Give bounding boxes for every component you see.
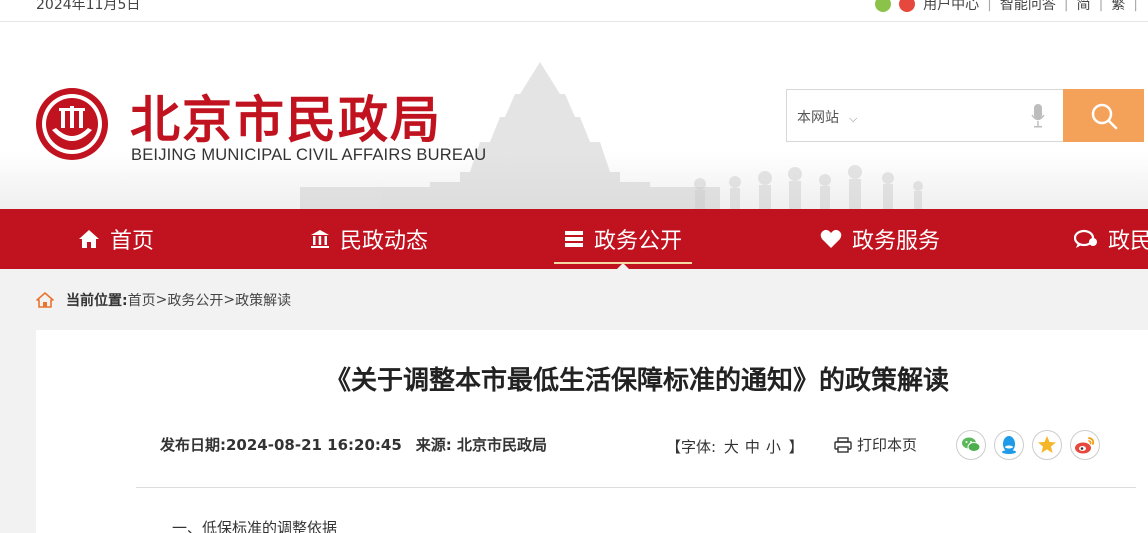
bureau-name-en: BEIJING MUNICIPAL CIVIL AFFAIRS BUREAU bbox=[131, 146, 487, 164]
font-size-close: 】 bbox=[788, 438, 804, 456]
nav-item-label: 政务公开 bbox=[594, 229, 683, 254]
source-value: 北京市民政局 bbox=[457, 436, 548, 454]
nav-item-interaction[interactable]: 政民互动 bbox=[1074, 209, 1148, 269]
article-panel: 《关于调整本市最低生活保障标准的通知》的政策解读 发布日期:2024-08-21… bbox=[36, 330, 1148, 533]
search-button[interactable] bbox=[1063, 89, 1144, 142]
article-meta: 发布日期:2024-08-21 16:20:45 来源: 北京市民政局 bbox=[160, 434, 547, 455]
separator: | bbox=[1133, 0, 1138, 12]
separator: | bbox=[987, 0, 992, 12]
breadcrumb-separator: > bbox=[223, 292, 236, 308]
nav-item-label: 政务服务 bbox=[852, 229, 941, 254]
font-size-small[interactable]: 小 bbox=[766, 438, 781, 456]
font-size-label: 【字体: bbox=[666, 438, 717, 456]
site-header: 北京市民政局 BEIJING MUNICIPAL CIVIL AFFAIRS B… bbox=[0, 22, 1148, 209]
share-qq-button[interactable] bbox=[994, 430, 1024, 460]
user-center-link[interactable]: 用户中心 bbox=[923, 0, 979, 14]
font-size-large[interactable]: 大 bbox=[724, 438, 739, 456]
publish-date: 2024-08-21 16:20:45 bbox=[226, 436, 402, 454]
share-weibo-button[interactable] bbox=[1070, 430, 1100, 460]
separator: | bbox=[1063, 0, 1069, 12]
breadcrumb: 当前位置: 首页 > 政务公开 > 政策解读 bbox=[36, 290, 291, 310]
section-heading: 一、低保标准的调整依据 bbox=[172, 519, 338, 533]
weibo-icon bbox=[1075, 437, 1095, 454]
search-scope-select[interactable]: 本网站 ⌵ bbox=[797, 107, 857, 127]
printer-icon bbox=[834, 436, 852, 453]
qzone-icon bbox=[1038, 436, 1056, 453]
search-input[interactable]: 本网站 ⌵ bbox=[786, 89, 1063, 142]
breadcrumb-label: 当前位置: bbox=[66, 293, 128, 309]
building-icon bbox=[311, 230, 329, 248]
heart-icon bbox=[820, 229, 842, 248]
home-outline-icon bbox=[36, 292, 54, 308]
current-date: 2024年11月5日 bbox=[36, 0, 141, 13]
search-bar: 本网站 ⌵ bbox=[786, 89, 1144, 142]
wechat-icon bbox=[962, 437, 981, 452]
simplified-link[interactable]: 简 bbox=[1077, 0, 1091, 14]
nav-item-label: 政民互动 bbox=[1108, 229, 1148, 254]
breadcrumb-home[interactable]: 首页 bbox=[128, 290, 156, 310]
nav-item-label: 民政动态 bbox=[340, 229, 429, 254]
top-bar: 2024年11月5日 用户中心 | 智能问答 | 简 | 繁 | bbox=[0, 0, 1148, 22]
home-icon bbox=[79, 230, 99, 248]
print-button[interactable]: 打印本页 bbox=[834, 434, 917, 455]
main-nav: 首页 民政动态 政务公开 政务服务 政民互动 bbox=[0, 209, 1148, 269]
book-icon bbox=[565, 231, 583, 247]
font-size-medium[interactable]: 中 bbox=[745, 438, 760, 456]
microphone-icon[interactable] bbox=[1031, 104, 1045, 128]
share-qzone-button[interactable] bbox=[1032, 430, 1062, 460]
source-label: 来源: bbox=[415, 436, 452, 454]
bureau-emblem-logo bbox=[36, 88, 108, 160]
separator: | bbox=[1098, 0, 1104, 12]
bureau-name-cn: 北京市民政局 bbox=[130, 90, 442, 149]
nav-item-civil-affairs-news[interactable]: 民政动态 bbox=[310, 209, 428, 269]
traditional-link[interactable]: 繁 bbox=[1111, 0, 1125, 14]
qq-icon bbox=[1002, 436, 1016, 454]
article-title: 《关于调整本市最低生活保障标准的通知》的政策解读 bbox=[324, 366, 949, 396]
nav-item-government-services[interactable]: 政务服务 bbox=[820, 209, 940, 269]
font-size-control: 【字体: 大中小 】 bbox=[666, 436, 804, 457]
share-wechat-button[interactable] bbox=[956, 430, 986, 460]
breadcrumb-policy-interpretation[interactable]: 政策解读 bbox=[235, 290, 291, 310]
nav-item-home[interactable]: 首页 bbox=[78, 209, 154, 269]
meta-divider bbox=[136, 487, 1136, 488]
nav-item-government-affairs-open[interactable]: 政务公开 bbox=[554, 209, 693, 269]
search-icon bbox=[1091, 103, 1117, 129]
nav-item-label: 首页 bbox=[110, 229, 155, 254]
publish-date-label: 发布日期: bbox=[160, 436, 226, 454]
share-buttons bbox=[956, 430, 1100, 460]
breadcrumb-gov-affairs[interactable]: 政务公开 bbox=[167, 290, 223, 310]
chevron-down-icon: ⌵ bbox=[849, 112, 858, 125]
weibo-mini-icon[interactable] bbox=[899, 0, 916, 12]
wechat-mini-icon[interactable] bbox=[875, 0, 892, 12]
top-bar-links: 用户中心 | 智能问答 | 简 | 繁 | bbox=[875, 0, 1138, 14]
search-scope-label: 本网站 bbox=[797, 110, 839, 126]
breadcrumb-separator: > bbox=[155, 292, 168, 308]
smart-qa-link[interactable]: 智能问答 bbox=[1000, 0, 1056, 14]
chat-icon bbox=[1074, 229, 1097, 248]
print-label: 打印本页 bbox=[857, 436, 918, 454]
